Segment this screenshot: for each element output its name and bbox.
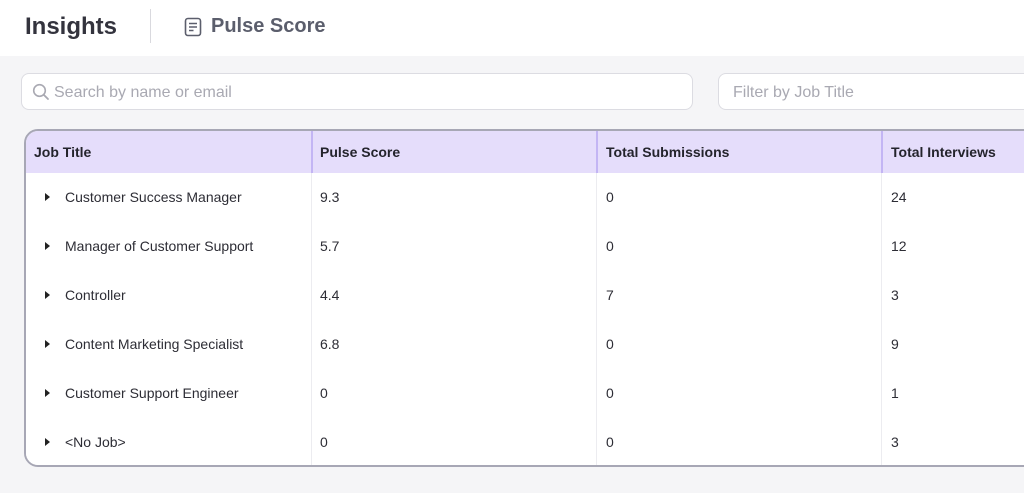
search-box[interactable]	[21, 73, 693, 110]
cell-divider	[881, 369, 882, 418]
total-submissions-cell: 0	[606, 434, 614, 450]
document-list-icon	[184, 17, 202, 37]
job-title-cell: Customer Support Engineer	[65, 385, 239, 401]
pulse-score-cell: 9.3	[320, 189, 340, 205]
cell-divider	[881, 418, 882, 465]
cell-divider	[311, 320, 312, 369]
job-title-filter-input[interactable]	[731, 75, 1024, 110]
pulse-score-cell: 0	[320, 434, 328, 450]
total-interviews-cell: 9	[891, 336, 899, 352]
table-row[interactable]: Manager of Customer Support 5.7 0 12	[26, 222, 1024, 272]
top-bar: Insights Pulse Score	[0, 0, 1024, 56]
cell-divider	[311, 418, 312, 465]
cell-divider	[311, 369, 312, 418]
total-interviews-cell: 12	[891, 238, 907, 254]
total-interviews-cell: 1	[891, 385, 899, 401]
pulse-score-cell: 0	[320, 385, 328, 401]
table-row[interactable]: Content Marketing Specialist 6.8 0 9	[26, 320, 1024, 370]
job-title-cell: <No Job>	[65, 434, 126, 450]
cell-divider	[311, 271, 312, 320]
search-icon	[32, 83, 49, 100]
total-submissions-cell: 0	[606, 336, 614, 352]
cell-divider	[311, 222, 312, 271]
expand-caret-icon[interactable]	[45, 438, 50, 446]
column-header-job-title[interactable]: Job Title	[34, 131, 91, 173]
total-submissions-cell: 0	[606, 238, 614, 254]
column-header-pulse-score[interactable]: Pulse Score	[320, 131, 400, 173]
pulse-score-table: Job Title Pulse Score Total Submissions …	[24, 129, 1024, 467]
cell-divider	[311, 173, 312, 222]
column-separator[interactable]	[311, 131, 313, 173]
table-row[interactable]: <No Job> 0 0 3	[26, 418, 1024, 465]
table-header-row: Job Title Pulse Score Total Submissions …	[26, 131, 1024, 174]
cell-divider	[881, 173, 882, 222]
total-interviews-cell: 3	[891, 287, 899, 303]
expand-caret-icon[interactable]	[45, 242, 50, 250]
cell-divider	[596, 418, 597, 465]
table-row[interactable]: Customer Success Manager 9.3 0 24	[26, 173, 1024, 223]
pulse-score-cell: 6.8	[320, 336, 340, 352]
table-row[interactable]: Customer Support Engineer 0 0 1	[26, 369, 1024, 419]
search-input[interactable]	[52, 75, 656, 110]
app-title: Insights	[25, 13, 118, 40]
cell-divider	[596, 222, 597, 271]
job-title-cell: Content Marketing Specialist	[65, 336, 244, 352]
pulse-score-cell: 4.4	[320, 287, 340, 303]
expand-caret-icon[interactable]	[45, 291, 50, 299]
column-header-total-submissions[interactable]: Total Submissions	[606, 131, 729, 173]
expand-caret-icon[interactable]	[45, 389, 50, 397]
cell-divider	[881, 271, 882, 320]
job-title-cell: Controller	[65, 287, 126, 303]
total-interviews-cell: 24	[891, 189, 907, 205]
column-separator[interactable]	[881, 131, 883, 173]
cell-divider	[596, 320, 597, 369]
expand-caret-icon[interactable]	[45, 340, 50, 348]
cell-divider	[881, 222, 882, 271]
cell-divider	[881, 320, 882, 369]
cell-divider	[596, 369, 597, 418]
header-divider	[150, 9, 151, 43]
total-submissions-cell: 0	[606, 385, 614, 401]
table-row[interactable]: Controller 4.4 7 3	[26, 271, 1024, 321]
expand-caret-icon[interactable]	[45, 193, 50, 201]
cell-divider	[596, 173, 597, 222]
column-header-total-interviews[interactable]: Total Interviews	[891, 131, 996, 173]
job-title-filter[interactable]	[718, 73, 1024, 110]
job-title-cell: Customer Success Manager	[65, 189, 242, 205]
total-interviews-cell: 3	[891, 434, 899, 450]
page-title: Pulse Score	[211, 15, 326, 37]
pulse-score-cell: 5.7	[320, 238, 340, 254]
column-separator[interactable]	[596, 131, 598, 173]
total-submissions-cell: 0	[606, 189, 614, 205]
job-title-cell: Manager of Customer Support	[65, 238, 254, 254]
cell-divider	[596, 271, 597, 320]
total-submissions-cell: 7	[606, 287, 614, 303]
